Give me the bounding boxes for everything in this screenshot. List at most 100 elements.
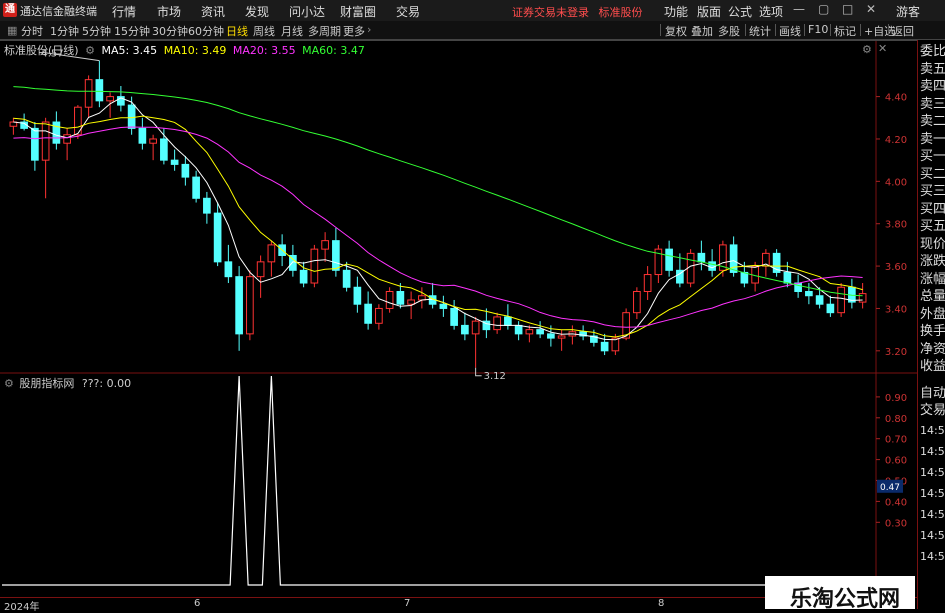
- mark-button[interactable]: 标记: [834, 23, 856, 39]
- period-daily[interactable]: 日线: [226, 23, 248, 39]
- back-button[interactable]: 返回: [892, 23, 914, 39]
- candle-body-up: [643, 274, 652, 292]
- add-watchlist-button[interactable]: +自选: [864, 23, 895, 39]
- side-label-18: 收益: [920, 359, 945, 374]
- settings-gear-icon[interactable]: ⚙: [85, 44, 95, 57]
- period-monthly[interactable]: 月线: [281, 23, 303, 39]
- settings-icon[interactable]: ⚙: [862, 43, 872, 56]
- stock-name-label: 标准股份(日线): [4, 44, 79, 57]
- candle-body-down: [783, 271, 792, 284]
- candle-body-down: [504, 316, 512, 326]
- menu-item-discover[interactable]: 发现: [245, 3, 269, 20]
- candle-body-down: [815, 295, 824, 305]
- candle-body-up: [407, 299, 415, 305]
- guest-login[interactable]: 游客: [896, 3, 920, 20]
- side-time-1: 14:56: [920, 445, 945, 458]
- side-label-7: 买二: [920, 166, 945, 182]
- restore-icon[interactable]: ▢: [818, 2, 829, 16]
- indicator-value: ???: 0.00: [81, 377, 132, 390]
- y-tick-label: 4.00: [885, 177, 907, 188]
- y-tick-label: 3.40: [885, 304, 907, 315]
- kline-chart[interactable]: 4.404.204.003.803.603.403.204.573.120.90…: [0, 40, 917, 597]
- draw-button[interactable]: 画线: [779, 23, 801, 39]
- cursor-value-label: 0.47: [880, 483, 900, 493]
- period-1min[interactable]: 1分钟: [50, 23, 79, 39]
- candle-body-down: [740, 271, 749, 284]
- side-label-5: 卖一: [920, 131, 945, 147]
- ma60-label: MA60: 3.47: [302, 44, 365, 57]
- side-label-12: 涨跌: [920, 254, 945, 269]
- period-weekly[interactable]: 周线: [253, 23, 275, 39]
- menu-item-layout[interactable]: 版面: [697, 3, 721, 20]
- close-icon[interactable]: ✕: [866, 2, 876, 16]
- menu-item-options[interactable]: 选项: [759, 3, 783, 20]
- login-notice[interactable]: 证券交易未登录 标准股份: [512, 4, 643, 20]
- candle-body-up: [310, 248, 319, 284]
- candle-body-down: [364, 303, 372, 324]
- menu-item-quotes[interactable]: 行情: [112, 3, 136, 20]
- indicator-name: 股朋指标网: [19, 377, 75, 390]
- menu-item-market[interactable]: 市场: [157, 3, 181, 20]
- maximize-icon[interactable]: □: [842, 2, 853, 16]
- menu-item-formula[interactable]: 公式: [728, 3, 752, 20]
- stats-button[interactable]: 统计: [749, 23, 771, 39]
- ind-y-tick-label: 0.30: [885, 518, 907, 529]
- menu-item-community[interactable]: 财富圈: [340, 3, 376, 20]
- overlay-button[interactable]: 叠加: [691, 23, 713, 39]
- candle-body-down: [299, 269, 308, 284]
- candle-body-up: [84, 79, 93, 108]
- candle-body-down: [547, 333, 555, 339]
- side-time-2: 14:56: [920, 466, 945, 479]
- candle-body-down: [31, 127, 39, 161]
- candle-body-down: [95, 79, 104, 102]
- candle-body-down: [794, 282, 802, 293]
- menu-item-function[interactable]: 功能: [664, 3, 688, 20]
- f10-button[interactable]: F10: [808, 23, 828, 36]
- side-label-4: 卖二: [920, 114, 945, 129]
- menu-item-ask[interactable]: 问小达: [289, 3, 325, 20]
- login-status: 证券交易未登录: [512, 6, 589, 19]
- period-15min[interactable]: 15分钟: [114, 23, 150, 39]
- x-label-month-8: 8: [658, 598, 665, 609]
- ma10-label: MA10: 3.49: [163, 44, 227, 57]
- period-tick[interactable]: 分时: [21, 23, 43, 39]
- menu-item-trade[interactable]: 交易: [396, 3, 420, 20]
- candle-body-down: [600, 341, 609, 352]
- chart-close-icon[interactable]: ✕: [878, 42, 887, 55]
- ma5-label: MA5: 3.45: [101, 44, 158, 57]
- grid-icon[interactable]: ▦: [7, 24, 17, 37]
- candle-body-down: [181, 163, 190, 178]
- chart-legend: 标准股份(日线) ⚙ MA5: 3.45 MA10: 3.49 MA20: 3.…: [4, 42, 365, 58]
- multi-stock-button[interactable]: 多股: [718, 23, 740, 39]
- candle-body-down: [461, 324, 469, 335]
- side-time-4: 14:56: [920, 508, 945, 521]
- side-label-1: 卖五: [920, 61, 945, 77]
- period-60min[interactable]: 60分钟: [188, 23, 224, 39]
- candle-body-up: [633, 291, 641, 314]
- ind-y-tick-label: 0.40: [885, 497, 907, 508]
- minimize-icon[interactable]: —: [793, 2, 805, 16]
- menu-bar: 通 通达信金融终端 行情 市场 资讯 发现 问小达 财富圈 交易 证券交易未登录…: [0, 0, 945, 22]
- candle-body-down: [805, 291, 813, 297]
- candle-body-down: [52, 121, 61, 144]
- candle-body-down: [708, 261, 716, 271]
- toolbar-divider: [888, 24, 889, 36]
- indicator-legend: ⚙ 股朋指标网 ???: 0.00: [4, 375, 131, 391]
- ma10-line: [13, 115, 863, 338]
- period-30min[interactable]: 30分钟: [152, 23, 188, 39]
- adjust-button[interactable]: 复权: [665, 23, 687, 39]
- x-label-month-7: 7: [404, 598, 411, 609]
- period-5min[interactable]: 5分钟: [82, 23, 111, 39]
- period-more[interactable]: 更多: [343, 23, 365, 39]
- candle-body-down: [514, 324, 523, 335]
- candle-body-up: [321, 240, 329, 250]
- candle-body-up: [267, 244, 276, 263]
- side-label-13: 涨幅: [920, 271, 945, 287]
- more-chevron-icon[interactable]: ›: [367, 23, 371, 36]
- indicator-settings-icon[interactable]: ⚙: [4, 377, 14, 390]
- period-multi[interactable]: 多周期: [308, 23, 341, 39]
- candle-body-up: [493, 316, 501, 331]
- menu-item-news[interactable]: 资讯: [201, 3, 225, 20]
- toolbar-divider: [660, 24, 661, 36]
- toolbar-divider: [830, 24, 831, 36]
